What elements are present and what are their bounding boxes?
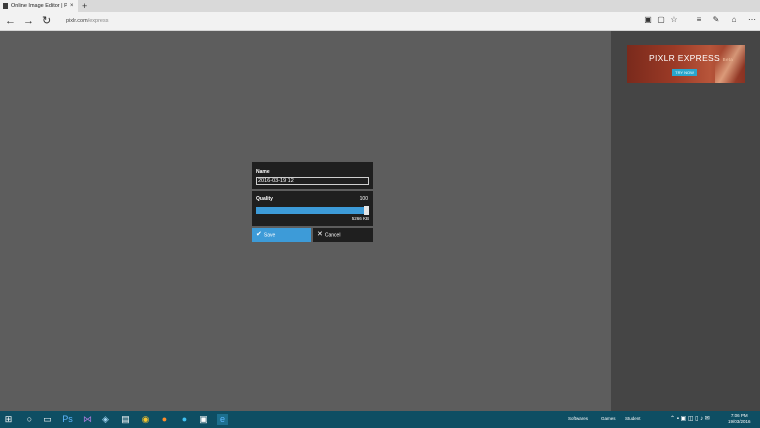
reading-view-icon[interactable]: ▣	[644, 16, 652, 24]
share-icon[interactable]: ⌂	[730, 16, 738, 24]
app-cube-icon[interactable]: ◈	[100, 414, 111, 425]
edge-icon[interactable]: e	[217, 414, 228, 425]
quality-section: Quality 100 5266 KB	[252, 191, 373, 226]
more-icon[interactable]: ⋯	[748, 16, 756, 24]
ad-brand: PIXLR EXPRESS Beta	[649, 53, 733, 63]
photoshop-icon[interactable]: Ps	[62, 414, 73, 425]
browser-tab[interactable]: Online Image Editor | Pi ×	[0, 0, 78, 12]
tray-item-softwares[interactable]: Softwares	[568, 416, 588, 421]
save-label: Save	[263, 232, 276, 239]
close-icon: ✕	[317, 231, 323, 238]
quality-slider-fill	[256, 207, 369, 214]
windows-start-icon[interactable]: ⊞	[3, 414, 14, 425]
side-panel	[611, 31, 760, 411]
file-size: 5266 KB	[351, 216, 369, 221]
new-tab-button[interactable]: +	[82, 1, 87, 11]
quality-slider[interactable]	[256, 206, 369, 215]
cancel-label: Cancel	[324, 232, 341, 239]
cortana-icon[interactable]: ○	[24, 414, 35, 425]
quality-value: 100	[359, 196, 368, 202]
forward-icon[interactable]: →	[23, 14, 34, 28]
tray-item-student[interactable]: Student	[625, 416, 641, 421]
web-note-icon[interactable]: ✎	[712, 16, 720, 24]
quality-label: Quality	[256, 196, 273, 202]
app-window-icon[interactable]: ▣	[198, 414, 209, 425]
taskbar-clock[interactable]: 7:06 PM 19/03/2016	[728, 413, 751, 425]
cancel-button[interactable]: ✕ Cancel	[313, 228, 373, 242]
task-view-icon[interactable]: ▭	[42, 414, 53, 425]
visual-studio-icon[interactable]: ⋈	[82, 414, 93, 425]
tab-close-icon[interactable]: ×	[70, 3, 74, 9]
ad-wave-graphic	[715, 45, 745, 83]
address-path: /express	[87, 18, 109, 24]
save-dialog: Name Quality 100 5266 KB ✔Save ✕Cancel	[252, 162, 373, 242]
system-tray-icons[interactable]: ⌃ ▪ ▣ ◫ ▯ ♪ ✉	[670, 415, 710, 422]
name-label: Name	[256, 169, 270, 175]
reading-list-icon[interactable]: ▢	[657, 16, 665, 24]
ad-try-now-button[interactable]: TRY NOW	[672, 69, 697, 76]
app-circle-icon[interactable]: ●	[179, 414, 190, 425]
explorer-icon[interactable]: ▤	[120, 414, 131, 425]
browser-tab-bar: Online Image Editor | Pi × +	[0, 0, 760, 12]
name-input[interactable]	[256, 177, 369, 185]
check-icon: ✔	[256, 231, 262, 238]
pixlr-favicon-icon	[3, 3, 8, 9]
address-host: pixlr.com	[66, 18, 88, 24]
ad-beta-text: Beta	[722, 57, 734, 62]
clock-date: 19/03/2016	[728, 419, 751, 424]
tray-item-games[interactable]: Games	[601, 416, 616, 421]
save-button[interactable]: ✔ Save	[252, 228, 311, 242]
pixlr-express-ad[interactable]: PIXLR EXPRESS Beta TRY NOW	[627, 45, 745, 83]
favorite-star-icon[interactable]: ☆	[670, 16, 678, 24]
back-icon[interactable]: ←	[5, 14, 16, 28]
browser-toolbar: ← → ↻ pixlr.com/express ▣ ▢ ☆ ≡ ✎ ⌂ ⋯	[0, 12, 760, 31]
taskbar: ⊞ ○ ▭ Ps ⋈ ◈ ▤ ◉ ● ● ▣ e Softwares Games…	[0, 411, 760, 428]
hub-icon[interactable]: ≡	[695, 16, 703, 24]
firefox-icon[interactable]: ●	[159, 414, 170, 425]
chrome-icon[interactable]: ◉	[140, 414, 151, 425]
ad-brand-text: PIXLR EXPRESS	[649, 53, 720, 63]
name-section: Name	[252, 162, 373, 189]
quality-slider-handle[interactable]	[364, 206, 369, 215]
address-bar[interactable]: pixlr.com/express	[66, 15, 109, 27]
refresh-icon[interactable]: ↻	[42, 14, 51, 28]
tab-title: Online Image Editor | Pi	[11, 3, 67, 9]
